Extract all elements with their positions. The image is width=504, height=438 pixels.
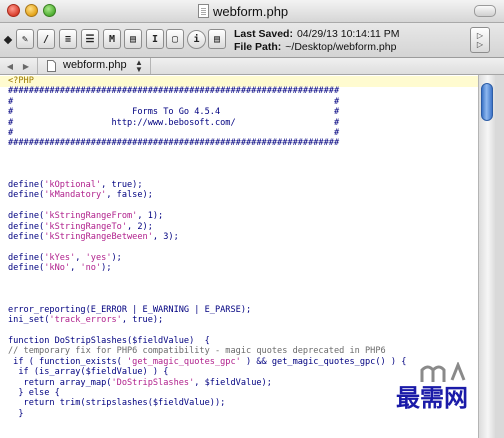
code-line: ini_set('track_errors', true); (8, 315, 164, 326)
file-path-label: File Path: (234, 41, 282, 53)
code-line: return array_map('DoStripSlashes', $fiel… (8, 377, 272, 388)
title-bar[interactable]: webform.php (0, 0, 504, 23)
split-view-button[interactable]: ▷ ▷ (470, 27, 490, 53)
markup-button[interactable]: M (103, 29, 121, 49)
code-line: define('kStringRangeTo', 2); (8, 221, 153, 232)
pencil-tool-button[interactable]: / (37, 29, 55, 49)
code-line: if (is_array($fieldValue) ) { (8, 367, 169, 378)
code-line: define('kStringRangeBetween', 3); (8, 232, 179, 242)
editor-window: webform.php ✎ / ≡ ☰ M ▤ I ▢ i ▤ Last Saved: 04/29/… (0, 0, 504, 438)
code-line: define('kMandatory', false); (8, 190, 153, 201)
code-line: } else { (8, 388, 60, 398)
code-line: define('kOptional', true); (8, 180, 143, 190)
nav-divider (37, 58, 38, 74)
zoom-window-button[interactable] (43, 4, 56, 17)
cursor-button[interactable]: I (146, 29, 164, 49)
document-button[interactable]: ▤ (124, 29, 142, 49)
code-line: # Forms To Go 4.5.4 # (8, 107, 340, 118)
split-view-down-icon: ▷ (476, 40, 484, 49)
window-edge (495, 75, 504, 438)
code-line: // temporary fix for PHP6 compatibility … (8, 346, 386, 357)
code-line: # # (8, 128, 340, 138)
back-arrow-icon[interactable]: ◀ (3, 60, 17, 72)
code-line: function DoStripSlashes($fieldValue) { (8, 336, 210, 346)
code-line: ########################################… (8, 86, 340, 97)
code-line: # # (8, 96, 340, 107)
code-line: # http://www.bebosoft.com/ # (8, 117, 340, 128)
code-line: error_reporting(E_ERROR | E_WARNING | E_… (8, 304, 252, 315)
pen-tool-button[interactable]: ✎ (16, 29, 34, 49)
code-line: define('kStringRangeFrom', 1); (8, 211, 164, 222)
code-line: ########################################… (8, 138, 340, 149)
info-button[interactable]: i (187, 30, 206, 49)
file-popup-arrows-icon[interactable]: ▲ ▼ (135, 59, 143, 74)
file-path-value: ~/Desktop/webform.php (285, 41, 397, 53)
scrollbar-thumb[interactable] (481, 83, 493, 121)
last-saved: Last Saved: 04/29/13 10:14:11 PM (234, 28, 400, 40)
code-line: } (8, 408, 24, 419)
code-line: define('kYes', 'yes'); (8, 252, 122, 263)
window-title-group: webform.php (198, 3, 288, 19)
last-saved-label: Last Saved: (234, 28, 293, 40)
close-window-button[interactable] (7, 4, 20, 17)
file-icon (47, 60, 56, 72)
code-line: define('kNo', 'no'); (8, 263, 112, 274)
file-path: File Path: ~/Desktop/webform.php (234, 41, 396, 53)
minimize-window-button[interactable] (25, 4, 38, 17)
php-document-icon (198, 4, 209, 18)
current-line-highlight (0, 76, 478, 87)
page-button[interactable]: ▤ (208, 29, 226, 49)
toolbar: ✎ / ≡ ☰ M ▤ I ▢ i ▤ Last Saved: 04/29/13 10:14:11 … (0, 23, 504, 58)
vertical-scrollbar[interactable] (478, 75, 495, 438)
list-button[interactable]: ≡ (59, 29, 77, 49)
last-saved-value: 04/29/13 10:14:11 PM (296, 28, 400, 40)
navigation-bar: ◀ ▶ webform.php ▲ ▼ (0, 58, 504, 75)
nav-divider-2 (150, 58, 151, 74)
window-button[interactable]: ▢ (166, 29, 184, 49)
file-popup-label[interactable]: webform.php (63, 59, 127, 71)
code-line: <?PHP (8, 76, 34, 86)
forward-arrow-icon[interactable]: ▶ (19, 60, 33, 72)
toolbar-toggle-button[interactable] (474, 5, 496, 17)
window-title: webform.php (213, 3, 289, 19)
watermark-text: 最需网 (396, 384, 468, 412)
code-line: if ( function_exists( 'get_magic_quotes_… (8, 356, 407, 367)
toolbar-menu-diamond-icon[interactable] (3, 35, 13, 45)
format-button[interactable]: ☰ (81, 29, 99, 49)
split-view-up-icon: ▷ (476, 31, 484, 40)
code-line: return trim(stripslashes($fieldValue)); (8, 398, 226, 409)
